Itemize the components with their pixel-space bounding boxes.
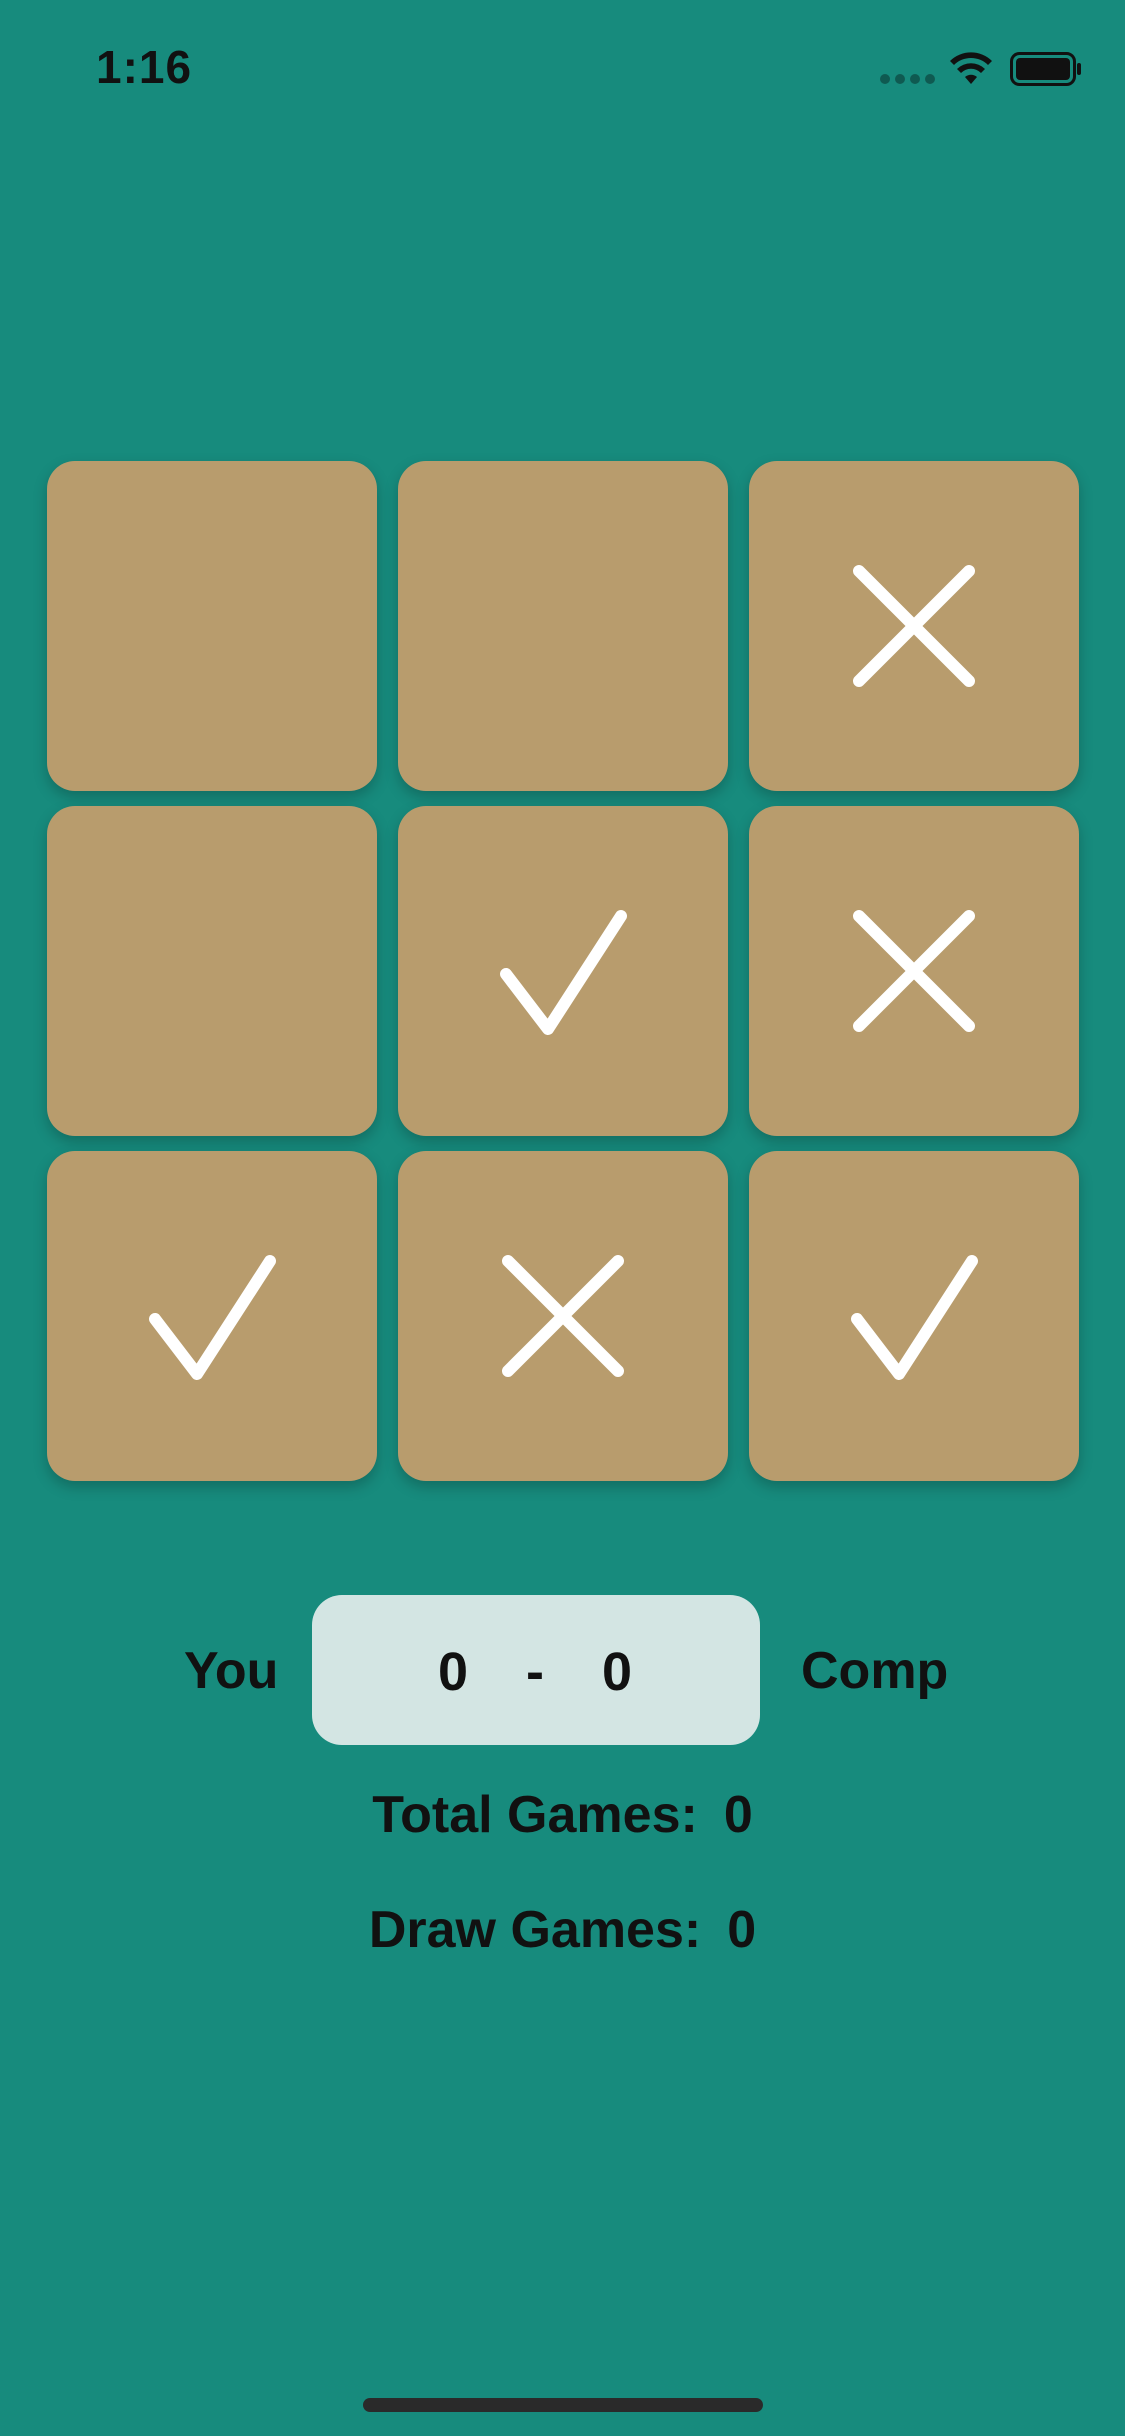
board-cell-9[interactable] [749,1151,1079,1481]
board-cell-2[interactable] [398,461,728,791]
draw-games: Draw Games: 0 [0,1900,1125,1960]
cellular-signal-icon [880,74,936,84]
draw-games-value: 0 [727,1901,757,1959]
total-games: Total Games: 0 [0,1785,1125,1845]
wifi-icon [950,52,992,84]
board-cell-3[interactable] [749,461,1079,791]
game-board [47,461,1079,1481]
home-indicator [363,2398,763,2412]
comp-label: Comp [801,1642,949,1700]
you-label: You [184,1642,279,1700]
check-mark-icon [851,1255,978,1380]
check-mark-icon [149,1255,276,1380]
comp-score: 0 [602,1642,633,1702]
board-cell-7[interactable] [47,1151,377,1481]
score-separator: - [526,1642,544,1702]
score-row: You 0 - 0 Comp [0,1595,1125,1745]
score-box: 0 - 0 [312,1595,760,1745]
check-mark-icon [500,910,627,1035]
you-score: 0 [438,1642,469,1702]
board-cell-4[interactable] [47,806,377,1136]
x-mark-icon [853,565,975,687]
board-cell-6[interactable] [749,806,1079,1136]
total-games-label: Total Games: [372,1786,698,1844]
draw-games-label: Draw Games: [368,1901,702,1959]
battery-icon [1010,52,1081,86]
total-games-value: 0 [723,1786,753,1844]
x-mark-icon [502,1255,624,1377]
x-mark-icon [853,910,975,1032]
status-bar: 1:16 [0,0,1125,140]
board-cell-8[interactable] [398,1151,728,1481]
board-cell-5[interactable] [398,806,728,1136]
board-cell-1[interactable] [47,461,377,791]
status-time: 1:16 [96,41,193,93]
